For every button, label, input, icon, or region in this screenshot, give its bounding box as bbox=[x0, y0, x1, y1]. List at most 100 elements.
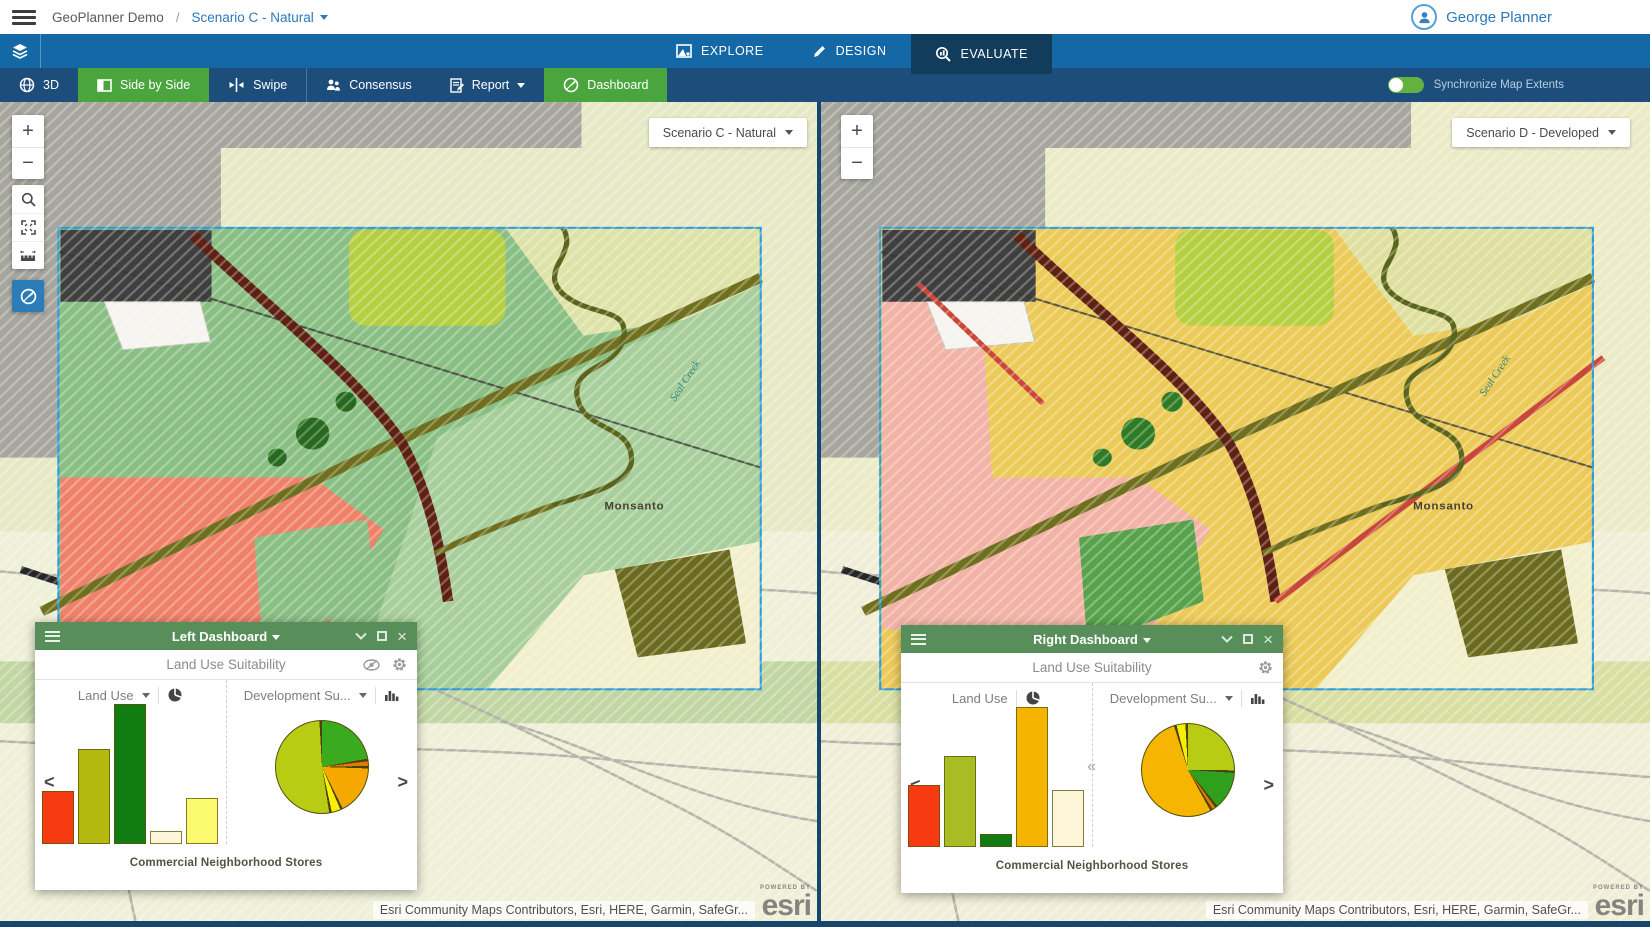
3d-label: 3D bbox=[43, 78, 59, 92]
3d-button[interactable]: 3D bbox=[0, 68, 78, 102]
toolbar-right-group: Synchronize Map Extents bbox=[1388, 68, 1564, 102]
main-menu-icon[interactable] bbox=[12, 10, 36, 25]
right-esri-logo: POWERED BY esri bbox=[1593, 885, 1644, 921]
top-bar: GeoPlanner Demo / Scenario C - Natural G… bbox=[0, 0, 1650, 34]
collapse-panel-icon[interactable] bbox=[355, 632, 367, 640]
left-scenario-selector[interactable]: Scenario C - Natural bbox=[649, 118, 807, 147]
bottom-status-strip bbox=[0, 921, 1650, 927]
tab-explore-label: EXPLORE bbox=[701, 44, 764, 58]
maximize-panel-icon[interactable] bbox=[377, 631, 387, 641]
dashboard-menu-icon[interactable] bbox=[45, 631, 60, 642]
gauge-icon bbox=[563, 77, 579, 93]
widget-group-title: Land Use Suitability bbox=[1032, 660, 1151, 675]
swipe-icon bbox=[228, 78, 245, 92]
bar-chart-icon[interactable] bbox=[1250, 691, 1266, 705]
evaluate-toolbar: 3D Side by Side Swipe Co bbox=[0, 68, 1650, 102]
right-dashboard-footer: Commercial Neighborhood Stores bbox=[901, 847, 1283, 893]
side-by-side-icon bbox=[97, 79, 112, 92]
left-scenario-label: Scenario C - Natural bbox=[663, 126, 776, 140]
report-icon bbox=[450, 78, 464, 93]
land-use-selector[interactable]: Land Use bbox=[952, 691, 1008, 706]
collapse-widget-arrow[interactable]: « bbox=[1087, 758, 1096, 776]
chart-next-arrow[interactable]: > bbox=[1263, 775, 1274, 796]
maximize-panel-icon[interactable] bbox=[1243, 634, 1253, 644]
chevron-down-icon bbox=[320, 15, 328, 20]
gear-icon[interactable] bbox=[392, 657, 407, 672]
tab-explore[interactable]: EXPLORE bbox=[652, 34, 788, 68]
toggle-knob bbox=[1389, 78, 1403, 92]
swipe-button[interactable]: Swipe bbox=[209, 68, 306, 102]
close-panel-icon[interactable]: × bbox=[397, 628, 407, 645]
bar-segment bbox=[186, 798, 218, 844]
right-dashboard-widgets: « Land Use < Development Su... bbox=[901, 683, 1283, 847]
zoom-in-button[interactable]: + bbox=[841, 115, 873, 147]
user-name: George Planner bbox=[1446, 9, 1552, 26]
zoom-out-button[interactable]: − bbox=[12, 147, 44, 179]
left-dashboard-subheader: Land Use Suitability bbox=[35, 650, 417, 680]
tab-design[interactable]: DESIGN bbox=[788, 34, 911, 68]
left-dashboard-header[interactable]: Left Dashboard × bbox=[35, 622, 417, 650]
right-dashboard-title: Right Dashboard bbox=[1033, 632, 1138, 647]
visibility-off-icon[interactable] bbox=[363, 659, 380, 671]
full-extent-button[interactable] bbox=[12, 213, 44, 241]
search-button[interactable] bbox=[12, 185, 44, 213]
gear-icon[interactable] bbox=[1258, 660, 1273, 675]
bar-segment bbox=[1052, 790, 1084, 847]
geoplanner-app: GeoPlanner Demo / Scenario C - Natural G… bbox=[0, 0, 1650, 927]
report-button[interactable]: Report bbox=[431, 68, 545, 102]
dashboard-button[interactable]: Dashboard bbox=[544, 68, 667, 102]
left-esri-logo: POWERED BY esri bbox=[760, 885, 811, 921]
consensus-button[interactable]: Consensus bbox=[307, 68, 431, 102]
bar-chart bbox=[901, 707, 1092, 847]
report-label: Report bbox=[472, 78, 510, 92]
chevron-down-icon bbox=[785, 130, 793, 135]
pie-chart-icon[interactable] bbox=[167, 687, 183, 703]
collapse-panel-icon[interactable] bbox=[1221, 635, 1233, 643]
development-suitability-selector[interactable]: Development Su... bbox=[1110, 691, 1217, 706]
synchronize-toggle[interactable] bbox=[1388, 77, 1424, 93]
left-map-tools bbox=[12, 185, 44, 269]
right-dashboard-panel: Right Dashboard × Land Use Suitability bbox=[901, 625, 1283, 893]
side-by-side-button[interactable]: Side by Side bbox=[78, 68, 209, 102]
layers-icon bbox=[11, 43, 29, 59]
zoom-out-button[interactable]: − bbox=[841, 147, 873, 179]
breadcrumb-scenario-label: Scenario C - Natural bbox=[191, 10, 313, 25]
evaluate-icon bbox=[935, 46, 952, 62]
bar-segment bbox=[908, 785, 940, 847]
land-use-widget: Land Use < bbox=[35, 680, 227, 844]
dashboard-window-controls: × bbox=[355, 628, 407, 645]
left-dashboard-footer: Commercial Neighborhood Stores bbox=[35, 844, 417, 890]
land-use-selector[interactable]: Land Use bbox=[78, 688, 134, 703]
pie-chart-icon[interactable] bbox=[1025, 690, 1041, 706]
swipe-label: Swipe bbox=[253, 78, 287, 92]
chevron-down-icon bbox=[1143, 638, 1151, 643]
right-dashboard-header[interactable]: Right Dashboard × bbox=[901, 625, 1283, 653]
chevron-down-icon bbox=[359, 693, 367, 698]
map-label-monsanto: Monsanto bbox=[604, 501, 664, 513]
bar-chart-icon[interactable] bbox=[384, 688, 400, 702]
layers-button[interactable] bbox=[0, 34, 41, 68]
right-scenario-selector[interactable]: Scenario D - Developed bbox=[1452, 118, 1630, 147]
development-suitability-selector[interactable]: Development Su... bbox=[244, 688, 351, 703]
esri-wordmark: esri bbox=[1595, 889, 1644, 921]
left-zoom-controls: + − bbox=[12, 115, 44, 179]
close-panel-icon[interactable]: × bbox=[1263, 631, 1273, 648]
bar-segment bbox=[944, 756, 976, 847]
breadcrumb-scenario-dropdown[interactable]: Scenario C - Natural bbox=[191, 10, 327, 25]
dashboard-menu-icon[interactable] bbox=[911, 634, 926, 645]
synchronize-label: Synchronize Map Extents bbox=[1434, 79, 1564, 91]
chevron-down-icon bbox=[272, 635, 280, 640]
measure-button[interactable] bbox=[12, 241, 44, 269]
user-menu[interactable]: George Planner bbox=[1411, 4, 1552, 30]
zoom-in-button[interactable]: + bbox=[12, 115, 44, 147]
development-suitability-widget: Development Su... > bbox=[1093, 683, 1284, 847]
bar-segment bbox=[42, 791, 74, 844]
chevron-down-icon bbox=[517, 83, 525, 88]
left-attribution: Esri Community Maps Contributors, Esri, … bbox=[373, 901, 755, 919]
bar-segment bbox=[150, 831, 182, 844]
chart-next-arrow[interactable]: > bbox=[397, 772, 408, 793]
tab-evaluate[interactable]: EVALUATE bbox=[911, 30, 1052, 74]
dashboard-tool-button-active[interactable] bbox=[12, 280, 44, 312]
right-dashboard-subheader: Land Use Suitability bbox=[901, 653, 1283, 683]
dashboard-window-controls: × bbox=[1221, 631, 1273, 648]
